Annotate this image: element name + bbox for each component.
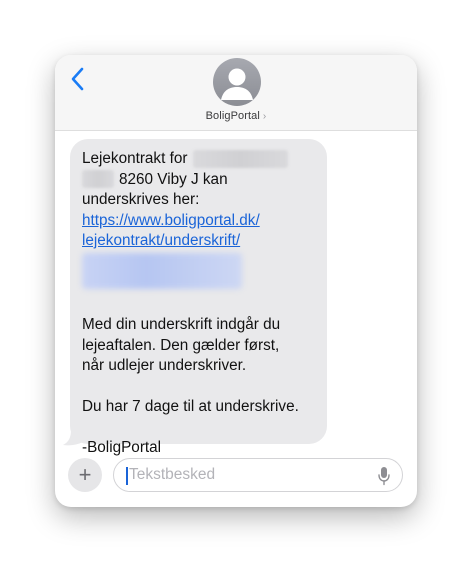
redacted-link-token <box>82 252 242 289</box>
microphone-icon[interactable] <box>377 466 391 486</box>
conversation-header: BoligPortal › <box>55 55 417 131</box>
message-line: 8260 Viby J kan <box>82 170 327 191</box>
message-line: lejeaftalen. Den gælder først, <box>82 336 280 354</box>
messages-window: BoligPortal › Lejekontrakt for 8260 Viby … <box>55 55 417 507</box>
bubble-tail <box>63 430 83 446</box>
message-input[interactable] <box>129 459 359 491</box>
text-caret <box>126 467 128 485</box>
message-text: Lejekontrakt for <box>82 150 188 167</box>
message-line: Med din underskrift indgår du <box>82 316 281 333</box>
person-silhouette-icon <box>221 68 253 100</box>
contact-name-text: BoligPortal <box>205 110 260 122</box>
message-signature: -BoligPortal <box>82 439 162 456</box>
message-text: 8260 Viby J kan <box>119 170 228 188</box>
message-line: underskrives her: <box>82 191 200 208</box>
contact-name[interactable]: BoligPortal › <box>55 110 417 122</box>
message-line: når udlejer underskriver. <box>82 357 247 374</box>
back-button[interactable] <box>67 65 91 93</box>
incoming-message-bubble[interactable]: Lejekontrakt for 8260 Viby J kan undersk… <box>70 139 327 456</box>
message-composer[interactable] <box>113 458 403 492</box>
redacted-address <box>193 149 289 168</box>
contact-avatar[interactable] <box>213 58 261 106</box>
contract-link-line2[interactable]: lejekontrakt/underskrift/ <box>82 231 327 252</box>
chevron-left-icon <box>71 67 84 91</box>
message-line: Du har 7 dage til at underskrive. <box>82 398 299 415</box>
redacted-address <box>82 170 114 189</box>
message-line: Lejekontrakt for <box>82 149 327 170</box>
chevron-right-icon: › <box>262 111 267 122</box>
contract-link-line1[interactable]: https://www.boligportal.dk/ <box>82 211 327 232</box>
add-attachment-button[interactable]: + <box>68 458 102 492</box>
